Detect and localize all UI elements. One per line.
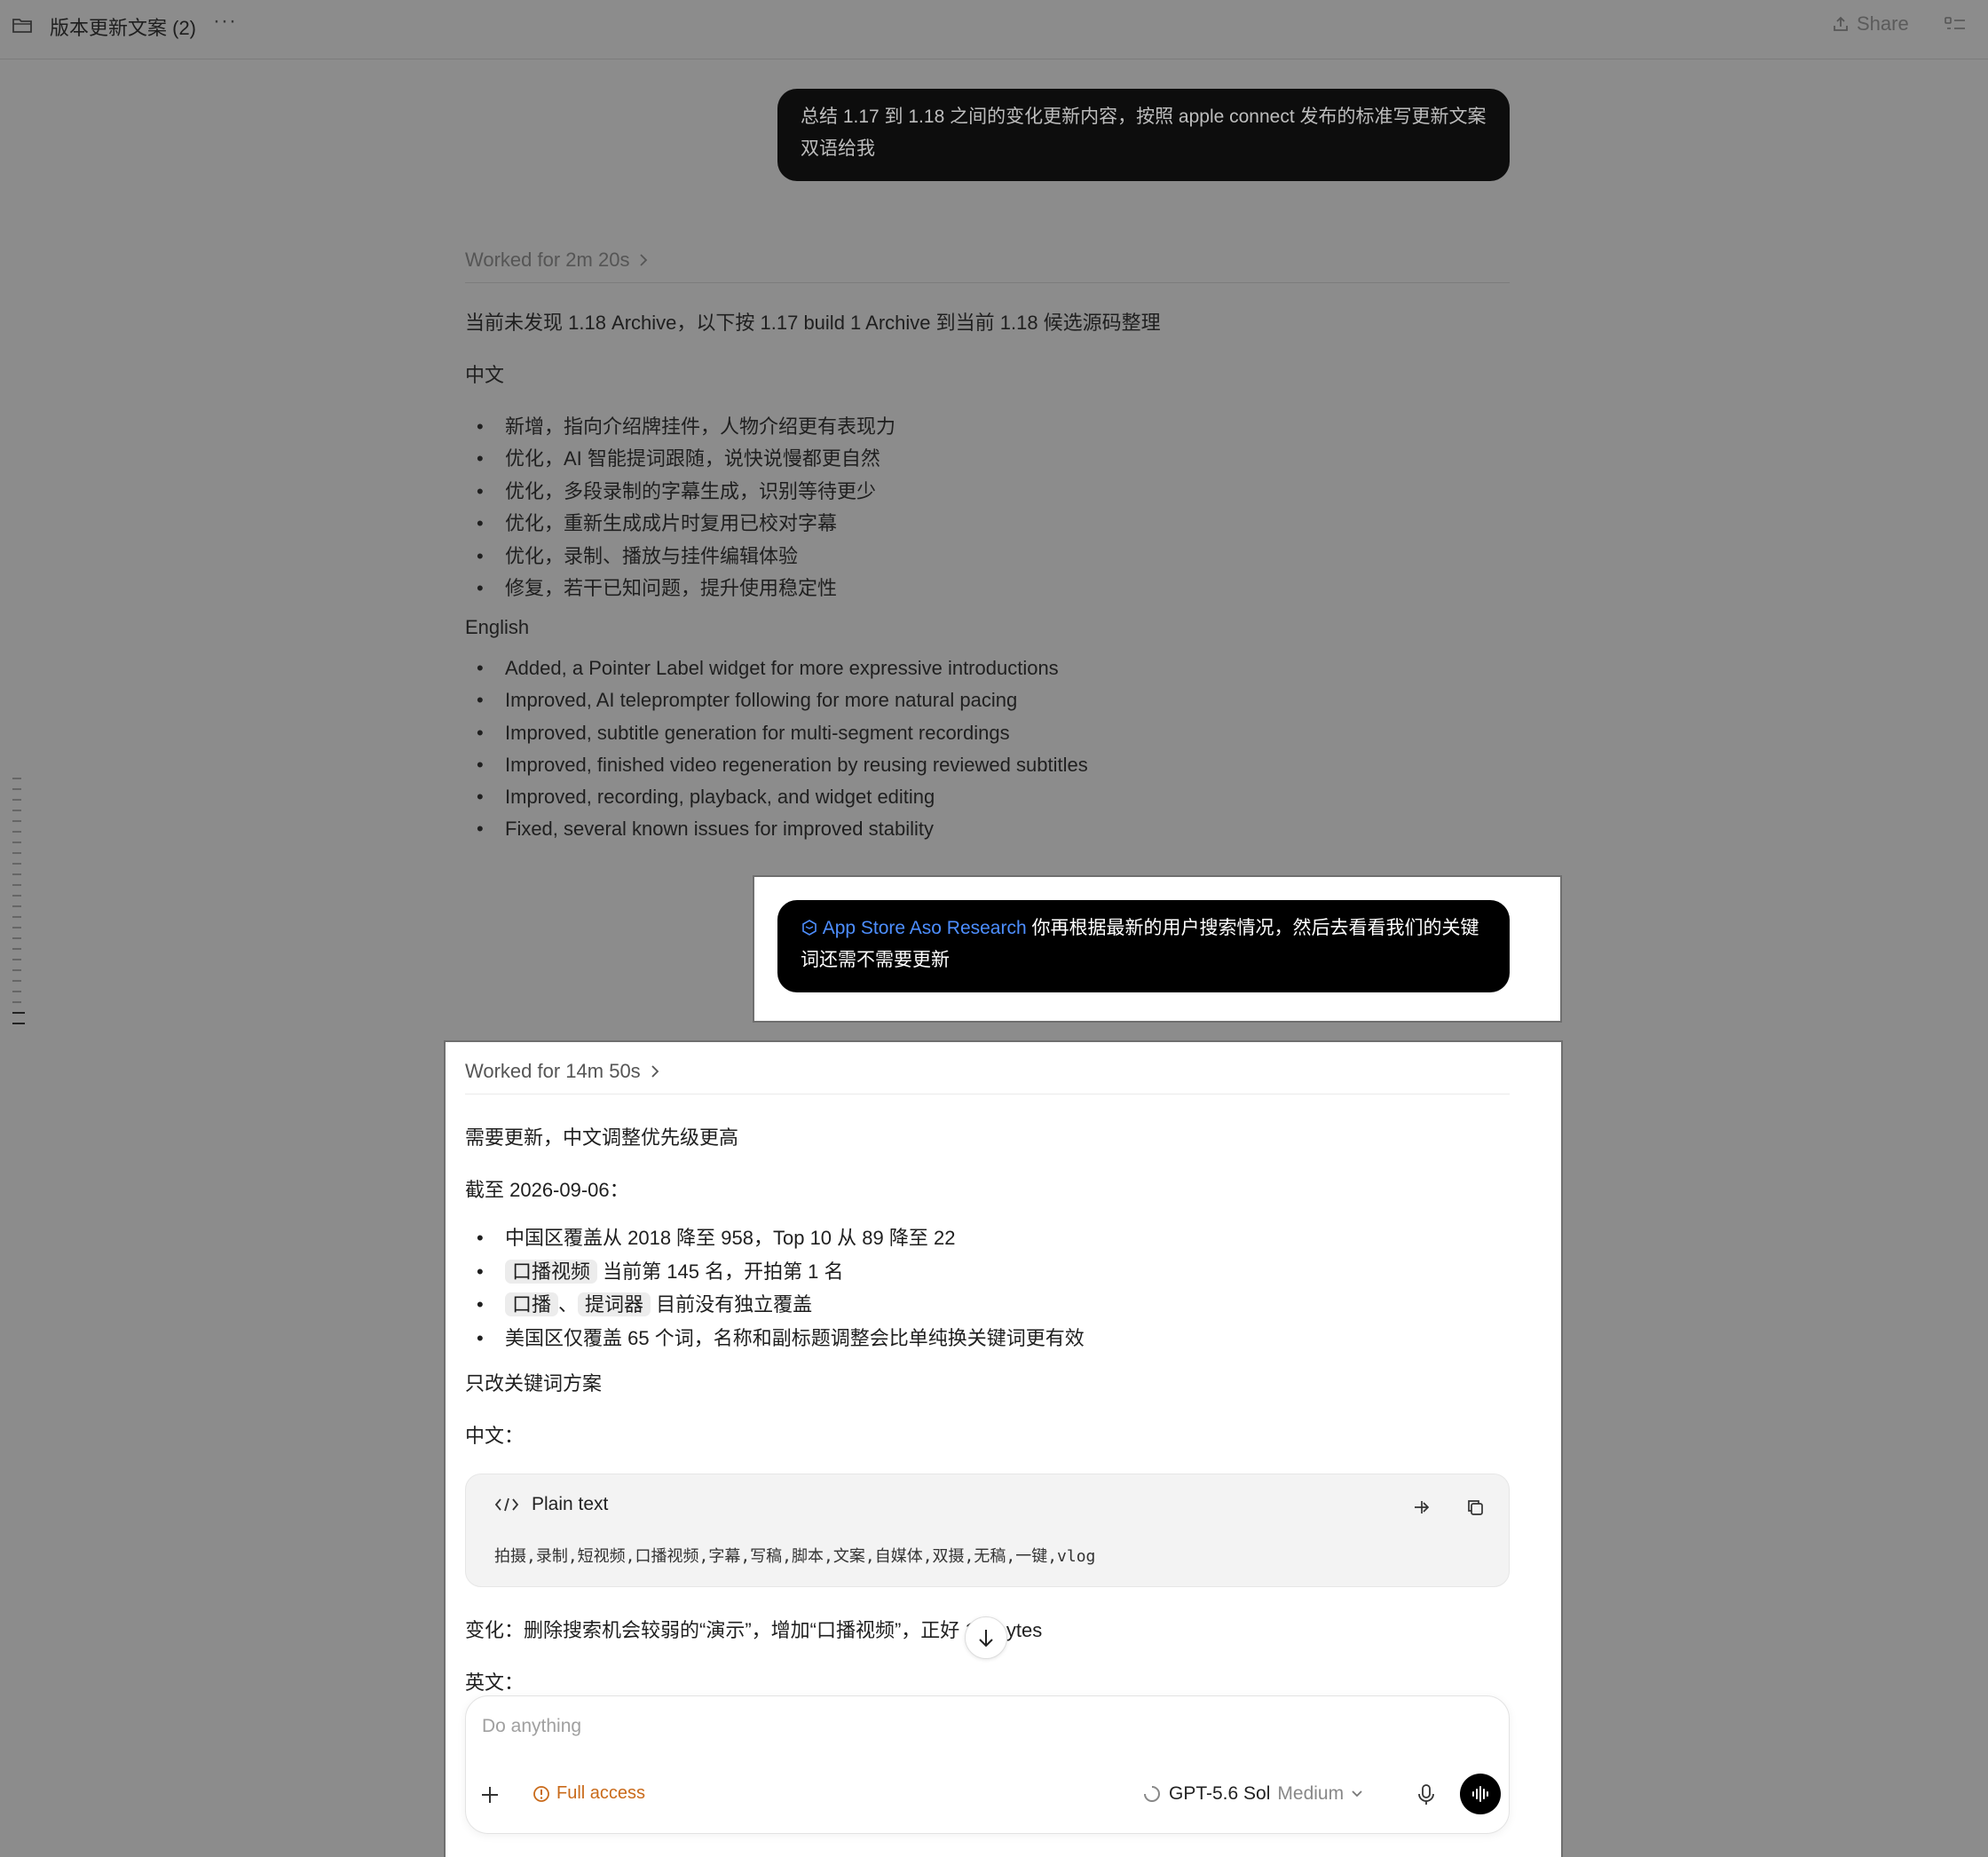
message-composer: Do anything Full access GPT-5.6 Sol Medi…: [465, 1695, 1510, 1834]
code-block: Plain text 拍摄,录制,短视频,口播视频,字幕,写稿,脚本,文案,自媒…: [465, 1474, 1510, 1587]
section-heading: 只改关键词方案: [465, 1372, 603, 1395]
skill-icon: [802, 920, 816, 936]
chevron-right-icon: [651, 1065, 659, 1078]
model-selector[interactable]: GPT-5.6 Sol Medium: [1142, 1783, 1363, 1805]
user-message-bubble: App Store Aso Research 你再根据最新的用户搜索情况，然后去…: [777, 900, 1510, 992]
list-item: 美国区仅覆盖 65 个词，名称和副标题调整会比单纯换关键词更有效: [465, 1322, 1085, 1355]
change-note: 变化：删除搜索机会较弱的“演示”，增加“口播视频”，正好 1 bytes: [465, 1615, 1042, 1643]
top-bar: 版本更新文案 (2) ··· Share: [0, 0, 1988, 59]
prompt-input[interactable]: Do anything: [482, 1716, 581, 1737]
conversation-title[interactable]: 版本更新文案 (2): [50, 12, 196, 41]
copy-icon[interactable]: [1465, 1497, 1485, 1517]
list-item: 优化，录制、播放与挂件编辑体验: [465, 541, 895, 573]
code-content[interactable]: 拍摄,录制,短视频,口播视频,字幕,写稿,脚本,文案,自媒体,双摄,无稿,一键,…: [494, 1544, 1095, 1567]
list-item: 优化，多段录制的字幕生成，识别等待更少: [465, 476, 895, 509]
list-item: 口播视频 当前第 145 名，开拍第 1 名: [465, 1255, 1085, 1289]
list-item: 修复，若干已知问题，提升使用稳定性: [465, 573, 895, 605]
share-icon: [1834, 16, 1848, 31]
share-label: Share: [1857, 12, 1909, 35]
conversation-minimap[interactable]: [12, 778, 25, 1033]
worked-duration-label: Worked for 2m 20s: [465, 249, 630, 271]
separator: 、: [558, 1293, 579, 1316]
wrap-icon[interactable]: [1412, 1497, 1432, 1517]
code-language-label: Plain text: [532, 1494, 609, 1514]
reasoning-effort: Medium: [1277, 1783, 1345, 1804]
loading-spinner-icon: [1144, 1786, 1160, 1802]
add-attachment-button[interactable]: [480, 1782, 500, 1808]
list-item-text: 目前没有独立覆盖: [656, 1293, 813, 1316]
response-summary: 需要更新，中文调整优先级更高: [465, 1126, 739, 1149]
keyword-chip: 口播视频: [505, 1259, 598, 1284]
keyword-chip: 口播: [505, 1292, 559, 1316]
list-item: Improved, finished video regeneration by…: [465, 749, 1088, 782]
list-item: Fixed, several known issues for improved…: [465, 813, 1088, 846]
microphone-icon[interactable]: [1416, 1782, 1437, 1807]
worked-duration-label: Worked for 14m 50s: [465, 1060, 641, 1082]
chevron-down-icon: [1352, 1790, 1362, 1798]
english-label: 英文：: [465, 1671, 525, 1694]
list-item: Added, a Pointer Label widget for more e…: [465, 652, 1088, 685]
chinese-release-notes: 新增，指向介绍牌挂件，人物介绍更有表现力 优化，AI 智能提词跟随，说快说慢都更…: [465, 411, 895, 605]
list-item: 优化，AI 智能提词跟随，说快说慢都更自然: [465, 443, 895, 476]
list-item: 优化，重新生成成片时复用已校对字幕: [465, 508, 895, 541]
code-block-header: Plain text: [494, 1494, 608, 1515]
skill-mention[interactable]: App Store Aso Research: [823, 918, 1027, 938]
list-item: Improved, AI teleprompter following for …: [465, 684, 1088, 717]
voice-mode-button[interactable]: [1460, 1774, 1501, 1814]
warning-circle-icon: [533, 1785, 549, 1802]
outline-toggle-icon[interactable]: [1944, 14, 1967, 36]
change-note-text: 变化：删除搜索机会较弱的“演示”，增加“口播视频”，正好 1: [465, 1619, 976, 1641]
share-button[interactable]: Share: [1832, 12, 1909, 36]
worked-duration-toggle[interactable]: Worked for 14m 50s: [465, 1060, 660, 1083]
access-mode-button[interactable]: Full access: [532, 1783, 645, 1804]
folder-icon[interactable]: [12, 16, 33, 34]
chinese-heading: 中文: [465, 364, 505, 386]
arrow-down-icon: [979, 1630, 993, 1648]
worked-duration-toggle[interactable]: Worked for 2m 20s: [465, 249, 649, 272]
access-mode-label: Full access: [556, 1783, 646, 1803]
keyword-findings: 中国区覆盖从 2018 降至 958，Top 10 从 89 降至 22 口播视…: [465, 1221, 1085, 1355]
chinese-label: 中文：: [465, 1425, 525, 1447]
english-heading: English: [465, 616, 530, 638]
plus-icon: [482, 1787, 498, 1803]
list-item: 中国区覆盖从 2018 降至 958，Top 10 从 89 降至 22: [465, 1221, 1085, 1255]
scroll-to-bottom-button[interactable]: [965, 1616, 1007, 1659]
date-note: 截至 2026-09-06：: [465, 1179, 629, 1201]
response-intro: 当前未发现 1.18 Archive，以下按 1.17 build 1 Arch…: [465, 312, 1161, 334]
list-item-text: 当前第 145 名，开拍第 1 名: [603, 1260, 844, 1283]
list-item: Improved, recording, playback, and widge…: [465, 781, 1088, 814]
keyword-chip: 提词器: [578, 1292, 651, 1316]
voice-waveform-icon: [1472, 1786, 1488, 1802]
more-options-button[interactable]: ···: [213, 9, 237, 34]
list-item: Improved, subtitle generation for multi-…: [465, 717, 1088, 750]
divider: [465, 282, 1510, 283]
code-icon: [494, 1497, 519, 1512]
english-release-notes: Added, a Pointer Label widget for more e…: [465, 652, 1088, 846]
user-message-bubble: 总结 1.17 到 1.18 之间的变化更新内容，按照 apple connec…: [777, 89, 1510, 181]
list-item: 新增，指向介绍牌挂件，人物介绍更有表现力: [465, 411, 895, 444]
model-name: GPT-5.6 Sol: [1169, 1783, 1271, 1804]
list-item: 口播、提词器 目前没有独立覆盖: [465, 1288, 1085, 1322]
chevron-right-icon: [640, 254, 648, 266]
